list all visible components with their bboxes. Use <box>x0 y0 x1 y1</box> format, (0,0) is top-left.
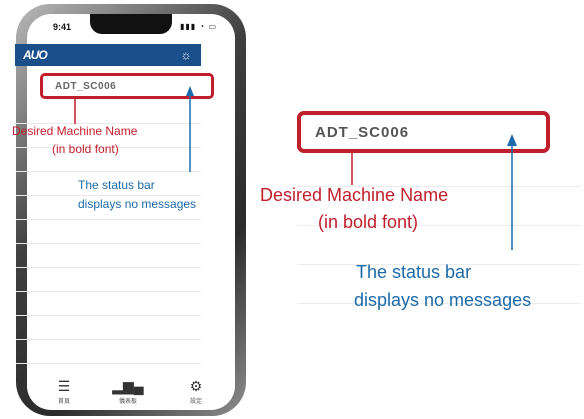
left-blue-arrowhead <box>186 86 194 96</box>
right-blue-arrowhead <box>507 134 517 146</box>
annotation-connectors <box>74 86 517 250</box>
